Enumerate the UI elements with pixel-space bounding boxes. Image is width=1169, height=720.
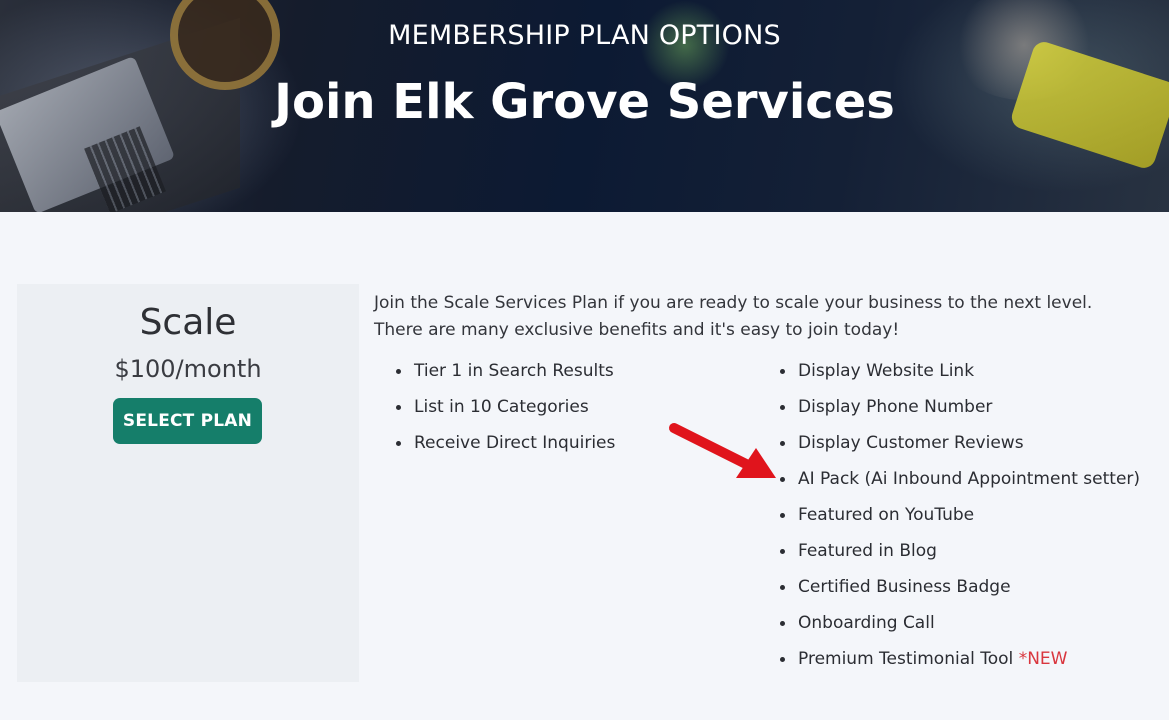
- benefit-item: Featured on YouTube: [774, 497, 1140, 533]
- plan-price: $100/month: [114, 355, 262, 383]
- page-title: Join Elk Grove Services: [274, 74, 895, 130]
- red-arrow-icon: [669, 423, 776, 478]
- plan-description-line-2: There are many exclusive benefits and it…: [374, 320, 900, 340]
- plan-description-line-1: Join the Scale Services Plan if you are …: [374, 293, 1093, 313]
- select-plan-button[interactable]: SELECT PLAN: [113, 398, 262, 444]
- benefits-list-left: Tier 1 in Search Results List in 10 Cate…: [390, 353, 615, 461]
- benefit-item: List in 10 Categories: [390, 389, 615, 425]
- hero-banner: MEMBERSHIP PLAN OPTIONS Join Elk Grove S…: [0, 0, 1169, 212]
- benefit-item: Tier 1 in Search Results: [390, 353, 615, 389]
- plan-card: [17, 284, 359, 682]
- benefit-item-ai-pack: AI Pack (Ai Inbound Appointment setter): [774, 461, 1140, 497]
- benefit-item: Display Website Link: [774, 353, 1140, 389]
- benefit-item: Onboarding Call: [774, 605, 1140, 641]
- benefit-item: Certified Business Badge: [774, 569, 1140, 605]
- plan-description: Join the Scale Services Plan if you are …: [374, 290, 1134, 344]
- plan-name: Scale: [139, 302, 237, 343]
- benefit-item: Display Customer Reviews: [774, 425, 1140, 461]
- benefits-list-right: Display Website Link Display Phone Numbe…: [774, 353, 1140, 677]
- arrow-shaft: [669, 423, 759, 473]
- benefit-item: Receive Direct Inquiries: [390, 425, 615, 461]
- benefit-item: Display Phone Number: [774, 389, 1140, 425]
- hero-eyebrow: MEMBERSHIP PLAN OPTIONS: [388, 20, 781, 51]
- benefit-item-testimonial: Premium Testimonial Tool *NEW: [774, 641, 1140, 677]
- benefit-item-label: Premium Testimonial Tool: [798, 649, 1019, 669]
- benefit-item: Featured in Blog: [774, 533, 1140, 569]
- new-badge: *NEW: [1018, 649, 1068, 669]
